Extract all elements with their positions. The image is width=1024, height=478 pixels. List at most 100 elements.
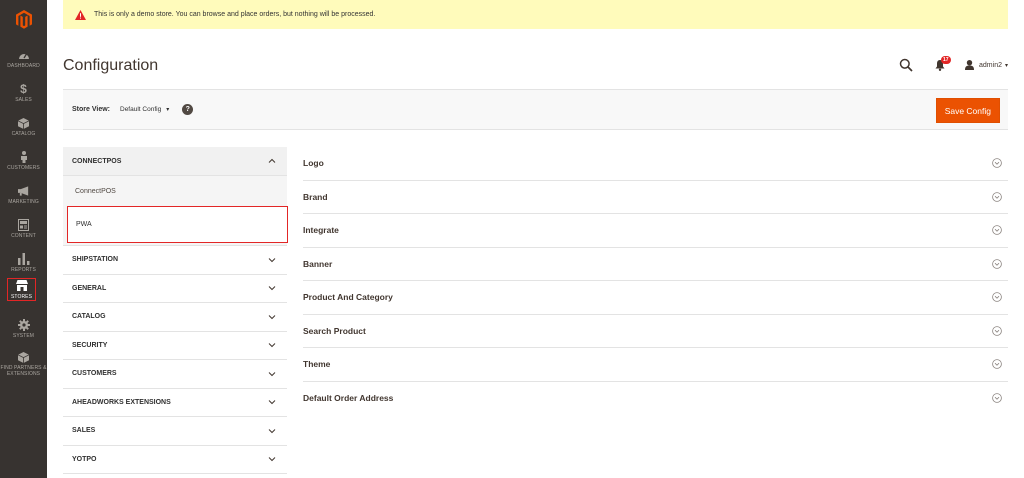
config-groups: Logo Brand Integrate Banner Product And … xyxy=(303,147,1008,415)
dashboard-icon xyxy=(18,49,30,61)
dollar-icon: $ xyxy=(20,82,27,96)
store-view-switcher[interactable]: Default Config ▾ xyxy=(120,106,169,113)
tab-connectpos[interactable]: ConnectPOS xyxy=(63,176,287,206)
expand-circle-icon xyxy=(992,158,1002,169)
group-brand[interactable]: Brand xyxy=(303,181,1008,214)
notifications-button[interactable]: 17 xyxy=(935,56,951,72)
store-view-bar: Store View: Default Config ▾ ? Save Conf… xyxy=(63,89,1008,130)
group-title: Integrate xyxy=(303,225,339,236)
group-logo[interactable]: Logo xyxy=(303,147,1008,181)
store-view-value: Default Config xyxy=(120,106,162,113)
nav-label: FIND PARTNERS & EXTENSIONS xyxy=(0,365,47,377)
group-title: Product And Category xyxy=(303,292,393,303)
notification-count-badge: 17 xyxy=(941,56,951,64)
expand-circle-icon xyxy=(992,325,1002,336)
megaphone-icon xyxy=(17,185,30,197)
nav-label: SYSTEM xyxy=(12,333,35,339)
section-general[interactable]: GENERAL xyxy=(63,274,287,303)
group-title: Theme xyxy=(303,359,331,370)
section-title: AHEADWORKS EXTENSIONS xyxy=(72,398,171,406)
caret-down-icon: ▾ xyxy=(166,107,170,113)
section-connectpos[interactable]: CONNECTPOS xyxy=(63,147,287,176)
group-banner[interactable]: Banner xyxy=(303,248,1008,281)
expand-circle-icon xyxy=(992,292,1002,303)
notice-text: This is only a demo store. You can brows… xyxy=(94,11,376,18)
group-title: Search Product xyxy=(303,325,366,336)
chevron-down-icon xyxy=(268,343,276,348)
nav-label: SALES xyxy=(15,97,32,103)
nav-reports[interactable]: REPORTS xyxy=(0,246,47,280)
group-title: Brand xyxy=(303,191,328,202)
section-shipstation[interactable]: SHIPSTATION xyxy=(63,246,287,275)
nav-label: REPORTS xyxy=(11,267,36,273)
section-sales[interactable]: SALES xyxy=(63,417,287,446)
chevron-down-icon xyxy=(268,457,276,462)
group-integrate[interactable]: Integrate xyxy=(303,214,1008,248)
group-default-order-address[interactable]: Default Order Address xyxy=(303,382,1008,416)
box-icon xyxy=(18,351,30,363)
section-aheadworks-extensions[interactable]: AHEADWORKS EXTENSIONS xyxy=(63,388,287,417)
nav-find-partners[interactable]: FIND PARTNERS & EXTENSIONS xyxy=(0,344,47,384)
chevron-down-icon xyxy=(268,371,276,376)
nav-system[interactable]: SYSTEM xyxy=(0,312,47,346)
nav-catalog[interactable]: CATALOG xyxy=(0,110,47,144)
group-title: Logo xyxy=(303,158,324,169)
demo-notice: This is only a demo store. You can brows… xyxy=(63,0,1008,29)
nav-label: STORES xyxy=(10,293,33,300)
group-product-and-category[interactable]: Product And Category xyxy=(303,281,1008,315)
chevron-down-icon xyxy=(268,400,276,405)
admin-sidebar: DASHBOARD $ SALES CATALOG CUSTOMERS MARK… xyxy=(0,0,47,478)
section-title: CUSTOMERS xyxy=(72,370,117,378)
tab-pwa[interactable]: PWA xyxy=(67,206,288,243)
nav-dashboard[interactable]: DASHBOARD xyxy=(0,42,47,76)
search-icon[interactable] xyxy=(899,58,913,72)
user-menu[interactable]: admin2 ▾ xyxy=(965,60,1008,70)
chevron-down-icon xyxy=(268,314,276,319)
nav-customers[interactable]: CUSTOMERS xyxy=(0,144,47,178)
config-tabs: CONNECTPOS ConnectPOS PWA SHIPSTATION GE… xyxy=(63,147,288,474)
chevron-down-icon xyxy=(268,428,276,433)
section-title: GENERAL xyxy=(72,284,107,292)
nav-sales[interactable]: $ SALES xyxy=(0,76,47,110)
chevron-down-icon xyxy=(268,257,276,262)
caret-down-icon: ▾ xyxy=(1004,62,1008,69)
section-title: CATALOG xyxy=(72,313,106,321)
expand-circle-icon xyxy=(992,359,1002,370)
section-title: SHIPSTATION xyxy=(72,256,119,264)
nav-label: CUSTOMERS xyxy=(7,165,40,171)
store-view-label: Store View: xyxy=(72,106,110,113)
group-search-product[interactable]: Search Product xyxy=(303,315,1008,348)
chevron-up-icon xyxy=(268,158,276,163)
section-catalog[interactable]: CATALOG xyxy=(63,303,287,332)
user-name: admin2 xyxy=(979,61,1002,69)
chevron-down-icon xyxy=(268,286,276,291)
section-title: CONNECTPOS xyxy=(72,157,122,165)
section-customers[interactable]: CUSTOMERS xyxy=(63,360,287,389)
nav-label: MARKETING xyxy=(8,199,39,205)
page-title: Configuration xyxy=(63,57,159,74)
section-title: SALES xyxy=(72,427,96,435)
nav-content[interactable]: CONTENT xyxy=(0,212,47,246)
section-security[interactable]: SECURITY xyxy=(63,331,287,360)
cube-icon xyxy=(18,117,30,129)
nav-label: CATALOG xyxy=(11,131,36,137)
header-actions: 17 admin2 ▾ xyxy=(899,55,1008,75)
nav-label: CONTENT xyxy=(11,233,36,239)
group-theme[interactable]: Theme xyxy=(303,348,1008,382)
section-yotpo[interactable]: YOTPO xyxy=(63,445,287,474)
section-title: SECURITY xyxy=(72,341,108,349)
expand-circle-icon xyxy=(992,225,1002,236)
gear-icon xyxy=(17,319,30,331)
nav-marketing[interactable]: MARKETING xyxy=(0,178,47,212)
expand-circle-icon xyxy=(992,191,1002,202)
help-icon[interactable]: ? xyxy=(182,104,194,115)
connectpos-items: ConnectPOS PWA xyxy=(63,176,288,246)
magento-logo[interactable] xyxy=(0,0,47,38)
content-icon xyxy=(18,219,30,231)
bar-chart-icon xyxy=(17,253,30,265)
person-icon xyxy=(18,151,30,163)
save-config-button[interactable]: Save Config xyxy=(935,98,1000,123)
nav-stores[interactable]: STORES xyxy=(5,276,38,303)
group-title: Default Order Address xyxy=(303,393,394,404)
group-title: Banner xyxy=(303,258,333,269)
